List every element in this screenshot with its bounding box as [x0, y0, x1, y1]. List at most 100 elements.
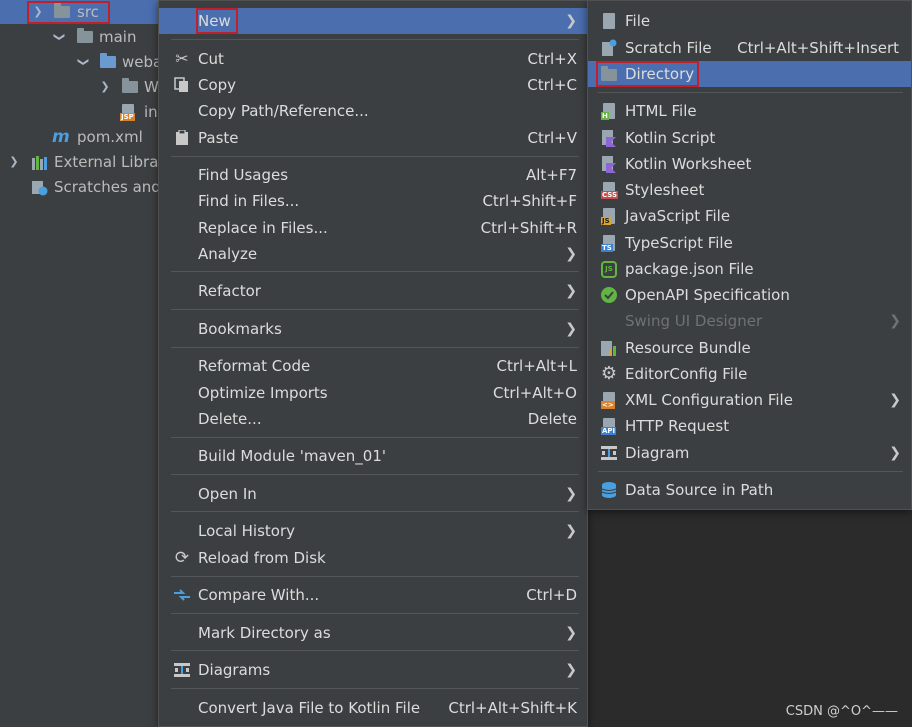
menu-item-label: Diagrams: [198, 661, 271, 679]
shortcut-label: Ctrl+Alt+Shift+Insert: [737, 39, 899, 57]
chevron-right-icon[interactable]: ❯: [98, 75, 112, 99]
submenu-item-data-source[interactable]: Data Source in Path: [588, 477, 911, 503]
shortcut-label: Ctrl+Alt+Shift+K: [448, 699, 577, 717]
menu-item-diagrams[interactable]: Diagrams ❯: [159, 657, 587, 683]
menu-item-label: TypeScript File: [625, 234, 733, 252]
submenu-item-javascript-file[interactable]: JS JavaScript File: [588, 203, 911, 229]
submenu-item-typescript-file[interactable]: TS TypeScript File: [588, 230, 911, 256]
submenu-item-xml-configuration[interactable]: <> XML Configuration File ❯: [588, 387, 911, 413]
menu-item-label: Diagram: [625, 444, 690, 462]
submenu-item-scratch-file[interactable]: Scratch File Ctrl+Alt+Shift+Insert: [588, 35, 911, 61]
menu-item-label: Find in Files...: [198, 192, 300, 210]
reload-icon: ⟳: [174, 548, 190, 568]
menu-item-build-module[interactable]: Build Module 'maven_01': [159, 443, 587, 469]
chevron-down-icon[interactable]: ❯: [47, 30, 71, 44]
tree-row-pom[interactable]: m pom.xml: [0, 125, 160, 149]
menu-separator: [598, 471, 903, 472]
submenu-item-html-file[interactable]: H HTML File: [588, 98, 911, 124]
chevron-down-icon[interactable]: ❯: [71, 55, 95, 69]
menu-item-label: Cut: [198, 50, 224, 68]
chevron-right-icon: ❯: [565, 246, 577, 262]
menu-item-convert-kotlin[interactable]: Convert Java File to Kotlin File Ctrl+Al…: [159, 695, 587, 721]
tree-row-index-jsp[interactable]: JSP in: [0, 100, 160, 124]
folder-icon: [122, 78, 138, 94]
tree-row-src[interactable]: ❯ src: [0, 0, 160, 24]
menu-item-label: Swing UI Designer: [625, 312, 763, 330]
menu-item-bookmarks[interactable]: Bookmarks ❯: [159, 316, 587, 342]
menu-item-open-in[interactable]: Open In ❯: [159, 481, 587, 507]
menu-item-label: Resource Bundle: [625, 339, 751, 357]
menu-item-mark-directory[interactable]: Mark Directory as ❯: [159, 620, 587, 646]
submenu-item-swing-ui-designer: Swing UI Designer ❯: [588, 308, 911, 334]
nodejs-icon: JS: [600, 260, 618, 278]
submenu-item-package-json[interactable]: JS package.json File: [588, 256, 911, 282]
project-tree-panel: ❯ src ❯ main ❯ weba ❯ W JSP in m pom.xml…: [0, 0, 165, 727]
menu-item-label: Delete...: [198, 410, 262, 428]
tree-row-webinf[interactable]: ❯ W: [0, 75, 160, 99]
submenu-item-openapi[interactable]: OpenAPI Specification: [588, 282, 911, 308]
src-annotation-box: [27, 1, 110, 24]
chevron-right-icon[interactable]: ❯: [7, 150, 21, 174]
tree-label: Scratches and: [54, 178, 161, 196]
directory-annotation-box: [596, 61, 699, 87]
tree-row-main[interactable]: ❯ main: [0, 25, 160, 49]
xml-file-icon: <>: [600, 391, 618, 409]
tree-label: W: [144, 78, 159, 96]
tree-label: External Librar: [54, 153, 165, 171]
menu-item-reformat-code[interactable]: Reformat Code Ctrl+Alt+L: [159, 353, 587, 379]
menu-item-label: HTML File: [625, 102, 697, 120]
kotlin-worksheet-icon: [600, 155, 618, 173]
menu-item-label: Scratch File: [625, 39, 712, 57]
tree-label: main: [99, 28, 137, 46]
menu-item-refactor[interactable]: Refactor ❯: [159, 278, 587, 304]
scratch-file-icon: [600, 39, 618, 57]
menu-item-label: Refactor: [198, 282, 261, 300]
submenu-item-kotlin-script[interactable]: Kotlin Script: [588, 125, 911, 151]
menu-item-label: Analyze: [198, 245, 258, 263]
menu-item-find-in-files[interactable]: Find in Files... Ctrl+Shift+F: [159, 188, 587, 214]
watermark: CSDN @^O^——: [785, 704, 898, 719]
submenu-item-http-request[interactable]: API HTTP Request: [588, 413, 911, 439]
menu-item-cut[interactable]: ✂ Cut Ctrl+X: [159, 46, 587, 72]
shortcut-label: Ctrl+Alt+O: [493, 384, 577, 402]
menu-item-delete[interactable]: Delete... Delete: [159, 406, 587, 432]
menu-item-replace-in-files[interactable]: Replace in Files... Ctrl+Shift+R: [159, 215, 587, 241]
file-icon: [600, 12, 618, 30]
menu-item-label: Build Module 'maven_01': [198, 447, 386, 465]
menu-item-reload-from-disk[interactable]: ⟳ Reload from Disk: [159, 545, 587, 571]
submenu-item-file[interactable]: File: [588, 8, 911, 34]
menu-item-paste[interactable]: Paste Ctrl+V: [159, 125, 587, 151]
menu-item-copy[interactable]: Copy Ctrl+C: [159, 72, 587, 98]
menu-item-optimize-imports[interactable]: Optimize Imports Ctrl+Alt+O: [159, 380, 587, 406]
submenu-item-resource-bundle[interactable]: Resource Bundle: [588, 335, 911, 361]
menu-item-label: XML Configuration File: [625, 391, 793, 409]
copy-icon: [173, 76, 191, 94]
menu-item-analyze[interactable]: Analyze ❯: [159, 241, 587, 267]
menu-item-local-history[interactable]: Local History ❯: [159, 518, 587, 544]
tree-row-external-libraries[interactable]: ❯ External Librar: [0, 150, 164, 174]
menu-item-label: Reformat Code: [198, 357, 311, 375]
tree-row-scratches[interactable]: Scratches and: [0, 175, 161, 199]
menu-separator: [171, 39, 579, 40]
submenu-item-diagram[interactable]: Diagram ❯: [588, 440, 911, 466]
tree-label: weba: [122, 53, 163, 71]
menu-item-find-usages[interactable]: Find Usages Alt+F7: [159, 162, 587, 188]
menu-separator: [598, 92, 903, 93]
menu-item-compare-with[interactable]: Compare With... Ctrl+D: [159, 582, 587, 608]
menu-item-label: Mark Directory as: [198, 624, 331, 642]
menu-separator: [171, 309, 579, 310]
tree-row-webapp[interactable]: ❯ weba: [0, 50, 163, 74]
menu-item-copy-path[interactable]: Copy Path/Reference...: [159, 98, 587, 124]
submenu-item-kotlin-worksheet[interactable]: Kotlin Worksheet: [588, 151, 911, 177]
menu-item-label: Data Source in Path: [625, 481, 774, 499]
submenu-item-editorconfig[interactable]: ⚙ EditorConfig File: [588, 361, 911, 387]
resource-bundle-icon: [600, 339, 618, 357]
menu-item-label: Local History: [198, 522, 296, 540]
scissors-icon: ✂: [175, 49, 189, 68]
menu-item-label: Stylesheet: [625, 181, 705, 199]
menu-item-label: Copy: [198, 76, 237, 94]
paste-icon: [173, 129, 191, 147]
menu-separator: [171, 613, 579, 614]
chevron-right-icon: ❯: [565, 523, 577, 539]
submenu-item-stylesheet[interactable]: CSS Stylesheet: [588, 177, 911, 203]
